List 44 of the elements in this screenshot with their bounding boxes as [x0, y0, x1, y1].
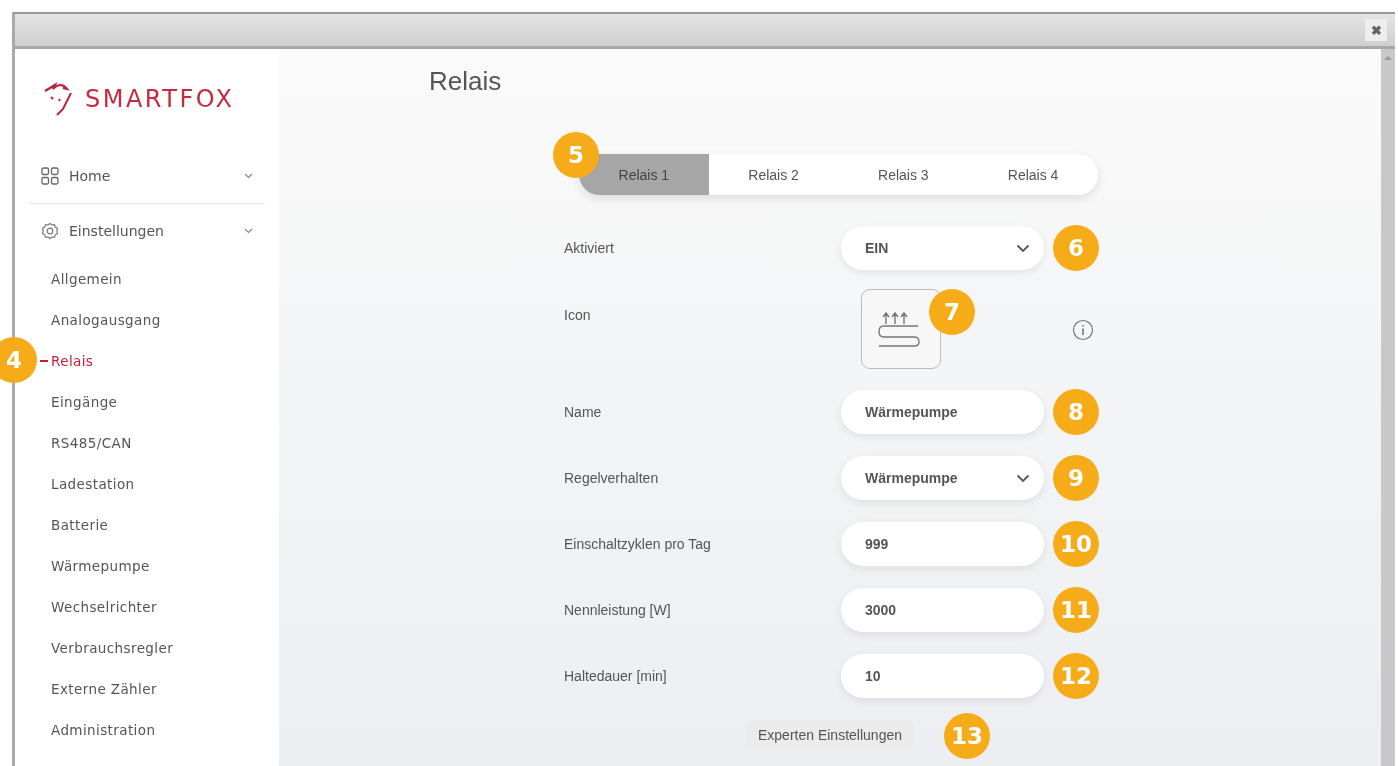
nav-section[interactable]: Einstellungen [29, 204, 265, 258]
callout-number: 7 [929, 289, 975, 335]
select-field[interactable]: Wärmepumpe [841, 456, 1044, 500]
field-label: Icon [564, 306, 592, 323]
nav-item[interactable]: Wechselrichter [51, 598, 157, 615]
relay-tab[interactable]: Relais 3 [838, 154, 969, 195]
nav-item[interactable]: Relais [51, 352, 94, 369]
callout-number: 12 [1053, 653, 1099, 699]
nav-item[interactable]: Administration [51, 721, 156, 738]
field-label: Aktiviert [564, 240, 615, 256]
nav-section[interactable]: Home [29, 149, 265, 204]
relay-tab[interactable]: Relais 4 [968, 154, 1098, 195]
nav-item[interactable]: RS485/CAN [51, 434, 132, 451]
callout-number: 8 [1053, 389, 1099, 435]
nav-item[interactable]: Wärmepumpe [51, 557, 150, 574]
nav-item[interactable]: Verbrauchsregler [51, 639, 174, 656]
callout-number: 10 [1053, 521, 1099, 567]
input-field[interactable]: Wärmepumpe [841, 390, 1044, 434]
input-field[interactable]: 10 [841, 654, 1044, 698]
input-field[interactable]: 3000 [841, 588, 1044, 632]
callout-number: 5 [553, 132, 599, 178]
nav-item[interactable]: Analogausgang [51, 311, 161, 328]
nav-item[interactable]: Externe Zähler [51, 680, 157, 697]
field-label: Nennleistung [W] [564, 602, 672, 618]
input-field[interactable]: 999 [841, 522, 1044, 566]
callout-number: 11 [1053, 587, 1099, 633]
field-label: Einschaltzyklen pro Tag [564, 536, 712, 552]
callout-number: 9 [1053, 455, 1099, 501]
logo-text: SMARTFOX [85, 85, 235, 113]
nav-item[interactable]: Batterie [51, 516, 109, 533]
select-field[interactable]: EIN [841, 226, 1044, 270]
field-label: Haltedauer [min] [564, 668, 668, 684]
page-title: Relais [429, 65, 503, 98]
field-label: Name [564, 404, 603, 420]
relay-tab[interactable]: Relais 2 [708, 154, 839, 195]
nav-item[interactable]: Eingänge [51, 393, 118, 410]
expert-settings-button[interactable]: Experten Einstellungen [746, 720, 914, 750]
nav-item[interactable]: Ladestation [51, 475, 135, 492]
nav-item[interactable]: Allgemein [51, 270, 122, 287]
callout-number: 4 [0, 337, 37, 383]
close-button[interactable]: ✖ [1365, 19, 1387, 41]
callout-number: 6 [1053, 225, 1099, 271]
field-label: Regelverhalten [564, 470, 660, 486]
callout-number: 13 [944, 713, 990, 759]
